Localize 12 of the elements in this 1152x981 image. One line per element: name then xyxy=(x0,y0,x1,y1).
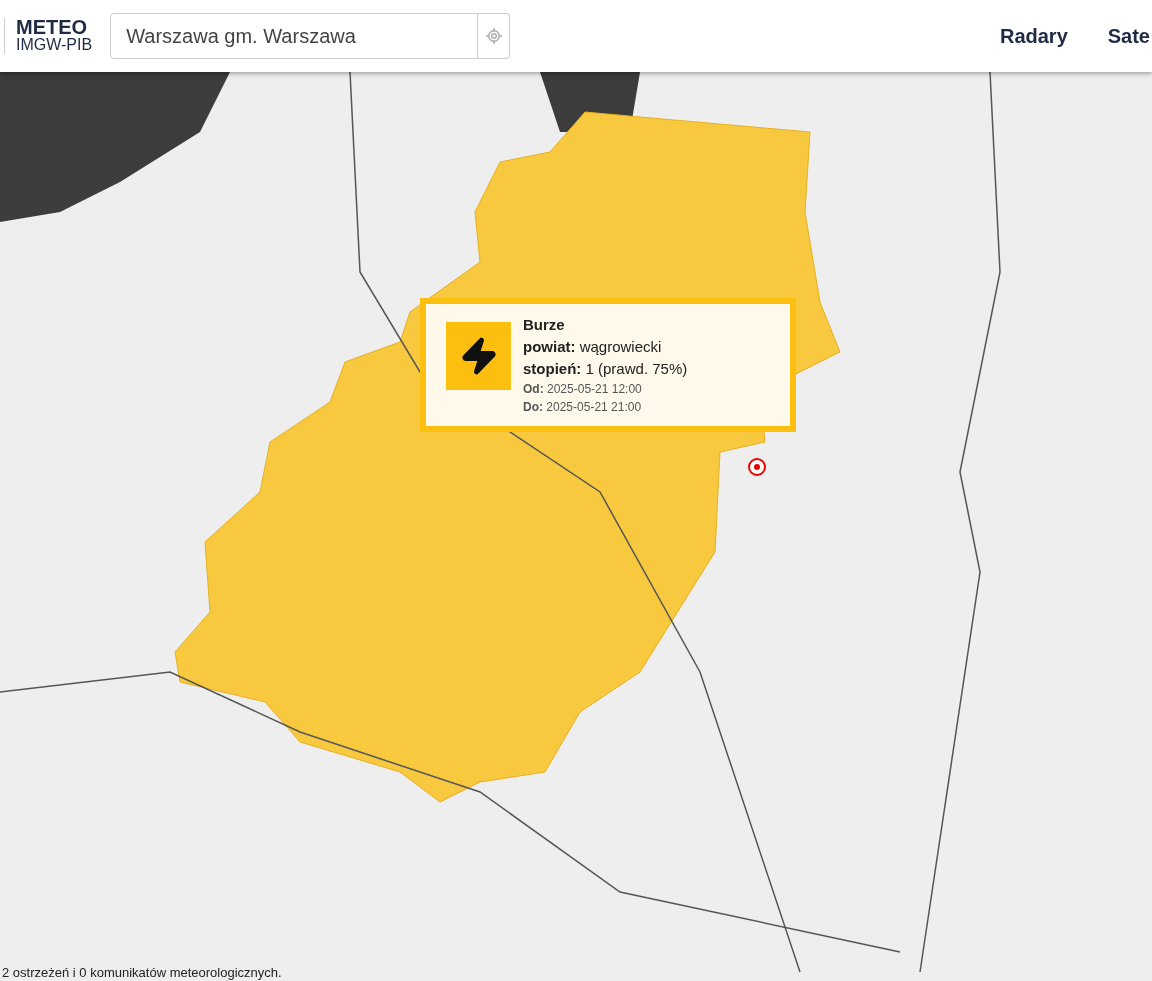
crosshair-icon xyxy=(484,27,503,45)
locate-button[interactable] xyxy=(478,13,511,59)
nav-link[interactable]: Radary xyxy=(999,21,1068,51)
warning-period: Do: 2025-05-21 21:00 xyxy=(523,399,643,416)
warning-detail: powiat: wągrowiecki xyxy=(523,337,663,357)
warning-title: Burze xyxy=(523,315,566,335)
warning-period: Od: 2025-05-21 12:00 xyxy=(523,381,643,398)
search-field[interactable]: Warszawa gm. Warszawa xyxy=(110,13,479,59)
nav-link[interactable]: Sate xyxy=(1107,21,1150,51)
status-text: 2 ostrzeżeń i 0 komunikatów meteorologicznych. xyxy=(2,965,282,981)
logo[interactable]: METEO IMGW-PIB xyxy=(4,18,93,54)
warning-detail: stopień: 1 (prawd. 75%) xyxy=(523,359,688,379)
